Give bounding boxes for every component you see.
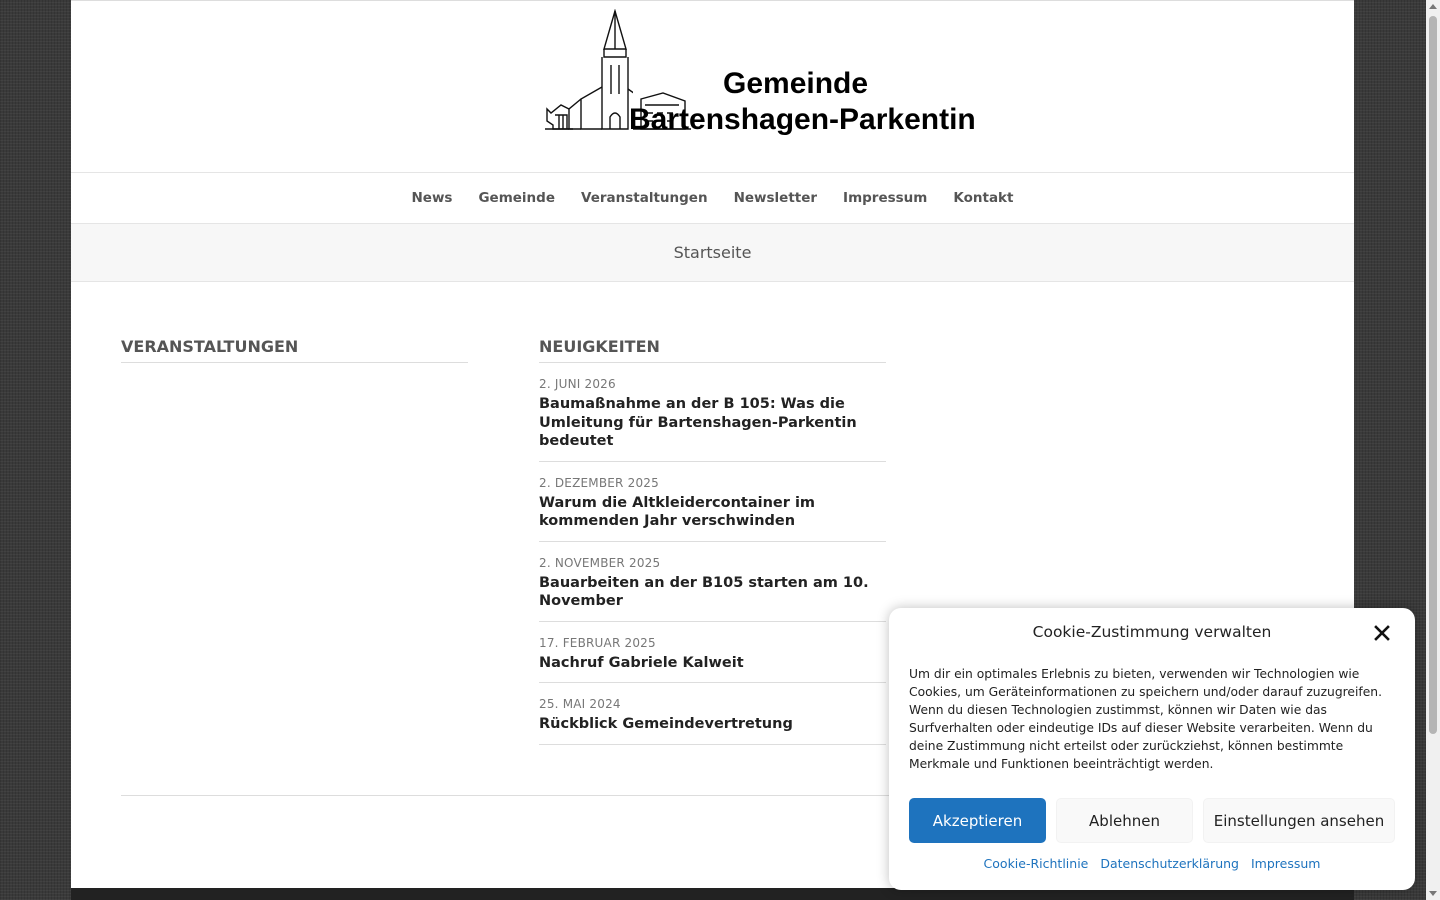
nav-item-impressum[interactable]: Impressum [830, 190, 940, 206]
accept-button[interactable]: Akzeptieren [909, 798, 1046, 843]
nav-item-kontakt[interactable]: Kontakt [940, 190, 1026, 206]
view-settings-button[interactable]: Einstellungen ansehen [1203, 798, 1395, 843]
scrollbar-thumb[interactable] [1429, 16, 1437, 734]
nav-item-newsletter[interactable]: Newsletter [721, 190, 830, 206]
cookie-dialog-title: Cookie-Zustimmung verwalten [1032, 623, 1272, 641]
imprint-link[interactable]: Impressum [1251, 856, 1320, 871]
cookie-policy-link[interactable]: Cookie-Richtlinie [984, 856, 1089, 871]
news-item[interactable]: 25. MAI 2024 Rückblick Gemeindevertretun… [539, 683, 886, 745]
nav-item-news[interactable]: News [399, 190, 466, 206]
news-title-link[interactable]: Baumaßnahme an der B 105: Was die Umleit… [539, 395, 886, 451]
cookie-dialog-text: Um dir ein optimales Erlebnis zu bieten,… [909, 667, 1382, 771]
nav-item-veranstaltungen[interactable]: Veranstaltungen [568, 190, 721, 206]
news-widget-title: NEUIGKEITEN [539, 337, 886, 363]
news-title-link[interactable]: Warum die Altkleidercontainer im kommend… [539, 494, 886, 531]
news-date: 17. FEBRUAR 2025 [539, 635, 656, 650]
close-icon[interactable] [1373, 624, 1391, 642]
scroll-up-arrow-icon[interactable] [1429, 4, 1437, 9]
news-date: 2. JUNI 2026 [539, 377, 616, 391]
cookie-consent-dialog: Cookie-Zustimmung verwalten Um dir ein o… [889, 608, 1415, 890]
events-widget: VERANSTALTUNGEN [121, 337, 468, 363]
privacy-policy-link[interactable]: Datenschutzerklärung [1100, 856, 1239, 871]
church-village-logo-icon [545, 9, 633, 130]
nav-item-gemeinde[interactable]: Gemeinde [465, 190, 568, 206]
site-logo[interactable]: Gemeinde Bartenshagen-Parkentin [473, 9, 976, 137]
news-item[interactable]: 2. NOVEMBER 2025 Bauarbeiten an der B105… [539, 542, 886, 622]
page-scrollbar[interactable] [1426, 0, 1440, 900]
news-widget: NEUIGKEITEN 2. JUNI 2026 Baumaßnahme an … [539, 337, 886, 745]
main-navigation: News Gemeinde Veranstaltungen Newsletter… [71, 172, 1354, 224]
cookie-dialog-links: Cookie-Richtlinie Datenschutzerklärung I… [889, 856, 1415, 871]
news-date: 2. NOVEMBER 2025 [539, 555, 661, 570]
logo-text-line1: Gemeinde [723, 67, 869, 100]
news-date: 2. DEZEMBER 2025 [539, 475, 659, 490]
news-item[interactable]: 17. FEBRUAR 2025 Nachruf Gabriele Kalwei… [539, 622, 886, 683]
news-item[interactable]: 2. DEZEMBER 2025 Warum die Altkleidercon… [539, 462, 886, 542]
site-header: Gemeinde Bartenshagen-Parkentin [71, 1, 1354, 172]
breadcrumb: Startseite [71, 224, 1354, 282]
scroll-down-arrow-icon[interactable] [1429, 891, 1437, 896]
news-title-link[interactable]: Bauarbeiten an der B105 starten am 10. N… [539, 574, 886, 611]
deny-button[interactable]: Ablehnen [1056, 798, 1193, 843]
logo-text-line2: Bartenshagen-Parkentin [629, 103, 976, 136]
news-date: 25. MAI 2024 [539, 697, 621, 711]
events-widget-title: VERANSTALTUNGEN [121, 337, 468, 363]
news-title-link[interactable]: Rückblick Gemeindevertretung [539, 715, 886, 734]
news-item[interactable]: 2. JUNI 2026 Baumaßnahme an der B 105: W… [539, 363, 886, 462]
page-title: Startseite [673, 243, 752, 262]
news-title-link[interactable]: Nachruf Gabriele Kalweit [539, 654, 886, 673]
